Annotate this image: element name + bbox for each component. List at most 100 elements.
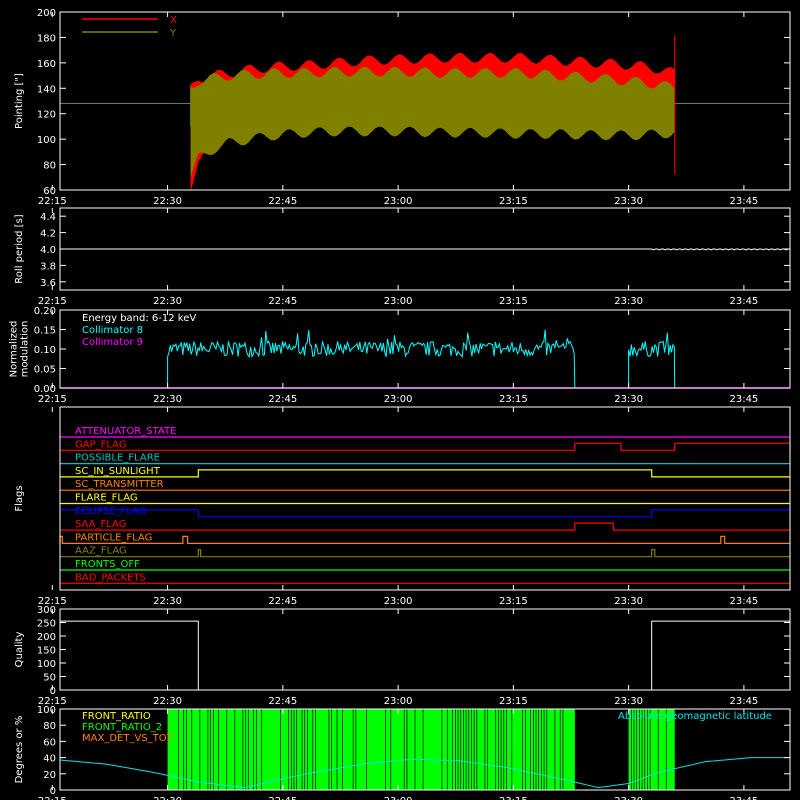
ratios-legend-label: FRONT_RATIO xyxy=(82,711,151,722)
panel-4-ytick-label: 50 xyxy=(43,673,56,684)
panel-0-ytick-label: 200 xyxy=(37,8,56,19)
panel-5-ytick-label: 40 xyxy=(43,754,56,765)
collimator-8-series xyxy=(628,332,676,389)
panel-3-ylabel: Flags xyxy=(14,485,25,511)
panel-1-ytick-label: 4.0 xyxy=(40,245,56,256)
panel-5-ylabel: Degrees or % xyxy=(14,716,25,784)
collimator-8-series xyxy=(167,329,576,389)
flag-series xyxy=(59,535,790,545)
panel-4-ytick-label: 200 xyxy=(37,632,56,643)
panel-5-xtick-label: 23:30 xyxy=(614,796,643,800)
flag-label: SC_IN_SUNLIGHT xyxy=(75,466,161,477)
flag-series xyxy=(60,442,791,451)
panel-2-xtick-label: 22:15 xyxy=(38,394,67,405)
flag-series xyxy=(59,509,791,518)
panel-2-ylabel: Normalized xyxy=(9,321,20,378)
panel-5-xtick-label: 23:45 xyxy=(729,796,758,800)
pointing-series-Y xyxy=(190,66,675,178)
panel-5-xtick-label: 22:30 xyxy=(153,796,182,800)
flag-label: GAP_FLAG xyxy=(75,439,127,450)
panel-5-xtick-label: 23:15 xyxy=(499,796,528,800)
flag-label: FRONTS_OFF xyxy=(75,559,140,570)
panel-0-ytick-label: 80 xyxy=(43,161,56,172)
panel-5-ytick-label: 100 xyxy=(37,705,56,716)
panel-4-ytick-label: 250 xyxy=(37,619,56,630)
ratios-legend-label: FRONT_RATIO_2 xyxy=(82,722,162,733)
panel-3-xtick-label: 23:30 xyxy=(614,596,643,607)
panel-1-xtick-label: 23:00 xyxy=(384,296,413,307)
panel-5-xtick-label: 22:45 xyxy=(268,796,297,800)
roll-period-series xyxy=(60,248,790,251)
panel-0-xtick-label: 23:45 xyxy=(729,196,758,207)
panel-4-xtick-label: 22:45 xyxy=(268,696,297,707)
ratios-legend-label: MAX_DET_VS_TOT xyxy=(82,733,174,744)
panel-5-ytick-label: 20 xyxy=(43,770,56,781)
panel-1-ytick-label: 3.8 xyxy=(40,261,56,272)
flag-series xyxy=(60,522,790,531)
panel-4-xtick-label: 23:00 xyxy=(384,696,413,707)
panel-1-xtick-label: 23:30 xyxy=(614,296,643,307)
panel-2-ylabel: modulation xyxy=(20,321,31,378)
panel-4-xtick-label: 23:15 xyxy=(499,696,528,707)
flag-label: ATTENUATOR_STATE xyxy=(75,426,176,437)
panel-3-xtick-label: 22:45 xyxy=(268,596,297,607)
panel-2-ytick-label: 0.20 xyxy=(34,306,56,317)
flag-label: SC_TRANSMITTER xyxy=(75,479,164,490)
panel-1-xtick-label: 22:30 xyxy=(153,296,182,307)
pointing-legend-label: X xyxy=(170,15,177,26)
flag-series xyxy=(60,549,790,558)
panel-1-xtick-label: 22:45 xyxy=(268,296,297,307)
panel-2-xtick-label: 23:15 xyxy=(499,394,528,405)
flag-label: POSSIBLE_FLARE xyxy=(75,453,160,464)
panel-1-xtick-label: 23:45 xyxy=(729,296,758,307)
flag-label: SAA_FLAG xyxy=(75,519,126,530)
panel-4-ytick-label: 150 xyxy=(37,646,56,657)
legend-collimator-8: Collimator 8 xyxy=(82,325,143,336)
panel-2-xtick-label: 23:30 xyxy=(614,394,643,405)
panel-1-ytick-label: 4.4 xyxy=(40,212,56,223)
panel-2-xtick-label: 23:00 xyxy=(384,394,413,405)
panel-3-xtick-label: 22:30 xyxy=(153,596,182,607)
panel-0-ytick-label: 140 xyxy=(37,84,56,95)
panel-0-xtick-label: 22:45 xyxy=(268,196,297,207)
panel-4-ytick-label: 100 xyxy=(37,659,56,670)
panel-4-xtick-label: 22:30 xyxy=(153,696,182,707)
panel-3-xtick-label: 23:45 xyxy=(729,596,758,607)
pointing-legend-label: Y xyxy=(169,28,177,39)
panel-0-ylabel: Pointing ["] xyxy=(14,73,25,129)
panel-2-ytick-label: 0.00 xyxy=(34,384,56,395)
panel-0-ytick-label: 60 xyxy=(43,186,56,197)
panel-3-xtick-label: 23:15 xyxy=(499,596,528,607)
flag-label: PARTICLE_FLAG xyxy=(75,532,152,543)
panel-0-ytick-label: 120 xyxy=(37,110,56,121)
flag-label: BAD_PACKETS xyxy=(75,572,146,583)
panel-4-xtick-label: 23:30 xyxy=(614,696,643,707)
flag-label: FLARE_FLAG xyxy=(75,493,138,504)
panel-5-xtick-label: 23:00 xyxy=(384,796,413,800)
panel-0-xtick-label: 22:30 xyxy=(153,196,182,207)
panel-4-xtick-label: 23:45 xyxy=(729,696,758,707)
panel-0-xtick-label: 23:00 xyxy=(384,196,413,207)
geomag-annotation: Absolute geomagnetic latitude xyxy=(618,711,772,722)
panel-2-xtick-label: 23:45 xyxy=(729,394,758,405)
flag-series xyxy=(60,469,790,478)
flag-label: ECLIPSE_FLAG xyxy=(75,506,146,517)
panel-3-xtick-label: 23:00 xyxy=(384,596,413,607)
panel-0-xtick-label: 23:15 xyxy=(499,196,528,207)
panel-0-ytick-label: 100 xyxy=(37,135,56,146)
panel-5-ytick-label: 60 xyxy=(43,737,56,748)
panel-1-ytick-label: 3.6 xyxy=(40,278,56,289)
panel-2-ytick-label: 0.05 xyxy=(34,365,56,376)
panel-0-ytick-label: 160 xyxy=(37,59,56,70)
legend-collimator-9: Collimator 9 xyxy=(82,337,143,348)
panel-4-ylabel: Quality xyxy=(14,632,25,668)
panel-5-ytick-label: 80 xyxy=(43,721,56,732)
front-ratio-2-bars xyxy=(167,709,575,790)
panel-2-ytick-label: 0.15 xyxy=(34,326,56,337)
panel-4-ytick-label: 300 xyxy=(37,605,56,616)
panel-2-xtick-label: 22:30 xyxy=(153,394,182,405)
panel-0-xtick-label: 22:15 xyxy=(38,196,67,207)
panel-1-ylabel: Roll period [s] xyxy=(14,214,25,283)
panel-2-xtick-label: 22:45 xyxy=(268,394,297,405)
modulation-energy-band: Energy band: 6-12 keV xyxy=(82,313,196,324)
